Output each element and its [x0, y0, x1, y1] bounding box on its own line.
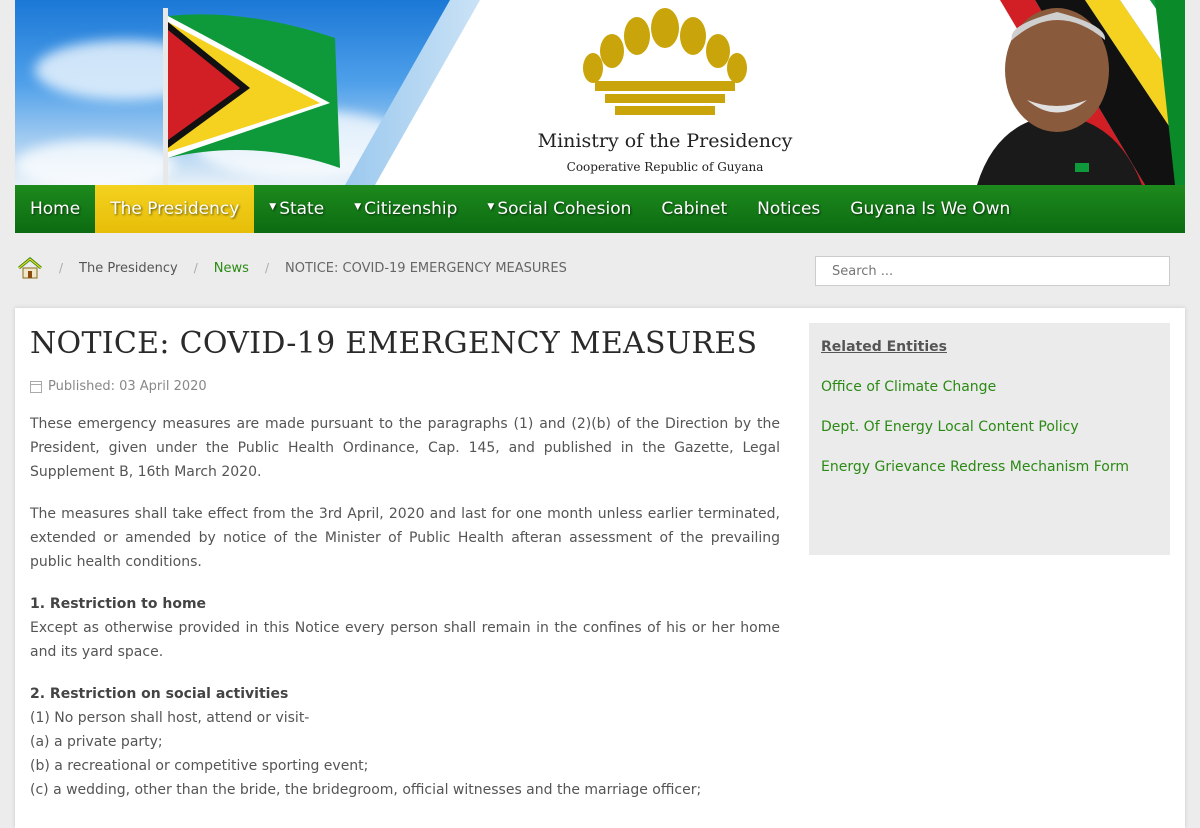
nav-item-cabinet[interactable]: Cabinet: [646, 185, 742, 233]
nav-item-home[interactable]: Home: [15, 185, 95, 233]
nav-item-notices[interactable]: Notices: [742, 185, 835, 233]
caret-down-icon: ▼: [487, 202, 495, 212]
ministry-title: Ministry of the Presidency: [537, 130, 793, 152]
cloud-decoration: [15, 140, 175, 185]
nav-label: Citizenship: [364, 199, 458, 219]
header-banner: Ministry of the Presidency Cooperative R…: [15, 0, 1185, 185]
breadcrumb-separator: /: [59, 261, 64, 275]
section-line: (c) a wedding, other than the bride, the…: [30, 782, 702, 798]
related-link-energy-grievance[interactable]: Energy Grievance Redress Mechanism Form: [821, 459, 1158, 475]
nav-item-state[interactable]: ▼ State: [254, 185, 339, 233]
home-icon[interactable]: [17, 257, 43, 279]
nav-label: Social Cohesion: [497, 199, 632, 219]
main-nav: Home The Presidency ▼ State ▼ Citizenship …: [15, 185, 1185, 233]
calendar-icon: [30, 380, 42, 393]
article-paragraph: These emergency measures are made pursua…: [30, 416, 780, 480]
section-restriction-to-home: 1. Restriction to home Except as otherwi…: [30, 592, 780, 664]
breadcrumb-separator: /: [264, 261, 269, 275]
related-entities-title[interactable]: Related Entities: [821, 339, 1158, 355]
published-text: Published: 03 April 2020: [48, 379, 207, 394]
nav-label: State: [279, 199, 325, 219]
caret-down-icon: ▼: [354, 202, 362, 212]
related-entities-sidebar: Related Entities Office of Climate Chang…: [809, 323, 1170, 555]
nav-label: Guyana Is We Own: [850, 199, 1011, 219]
nav-label: Cabinet: [661, 199, 728, 219]
guyana-flag-image: [163, 8, 340, 185]
article-title: NOTICE: COVID-19 EMERGENCY MEASURES: [30, 326, 758, 361]
section-heading: 2. Restriction on social activities: [30, 686, 289, 702]
nav-item-the-presidency[interactable]: The Presidency: [95, 185, 255, 233]
caret-down-icon: ▼: [269, 202, 277, 212]
article: NOTICE: COVID-19 EMERGENCY MEASURES Publ…: [30, 326, 780, 802]
search-input[interactable]: [815, 256, 1170, 286]
breadcrumb-item-news[interactable]: News: [214, 261, 249, 276]
nav-label: The Presidency: [110, 199, 240, 219]
content-panel: NOTICE: COVID-19 EMERGENCY MEASURES Publ…: [15, 308, 1185, 828]
article-paragraph: The measures shall take effect from the …: [30, 506, 780, 570]
related-link-energy-local-content[interactable]: Dept. Of Energy Local Content Policy: [821, 419, 1158, 435]
section-line: (1) No person shall host, attend or visi…: [30, 710, 310, 726]
nav-label: Notices: [757, 199, 821, 219]
ministry-subtitle: Cooperative Republic of Guyana: [566, 160, 764, 174]
breadcrumb-item-the-presidency[interactable]: The Presidency: [79, 261, 178, 276]
section-heading: 1. Restriction to home: [30, 596, 207, 612]
crest-logo: [583, 8, 747, 115]
section-restriction-social: 2. Restriction on social activities (1) …: [30, 682, 780, 802]
breadcrumb-item-current: NOTICE: COVID-19 EMERGENCY MEASURES: [284, 260, 567, 276]
nav-item-social-cohesion[interactable]: ▼ Social Cohesion: [472, 185, 646, 233]
related-link-office-of-climate-change[interactable]: Office of Climate Change: [821, 379, 1158, 395]
breadcrumb-separator: /: [193, 261, 198, 275]
nav-item-citizenship[interactable]: ▼ Citizenship: [339, 185, 472, 233]
published-date: Published: 03 April 2020: [30, 379, 780, 394]
nav-item-guyana-is-we-own[interactable]: Guyana Is We Own: [835, 185, 1025, 233]
president-portrait-image: [977, 8, 1142, 185]
section-text: Except as otherwise provided in this Not…: [30, 620, 780, 660]
section-line: (b) a recreational or competitive sporti…: [30, 758, 369, 774]
breadcrumb: / The Presidency / News / NOTICE: COVID-…: [15, 255, 567, 281]
section-line: (a) a private party;: [30, 734, 163, 750]
nav-label: Home: [30, 199, 81, 219]
